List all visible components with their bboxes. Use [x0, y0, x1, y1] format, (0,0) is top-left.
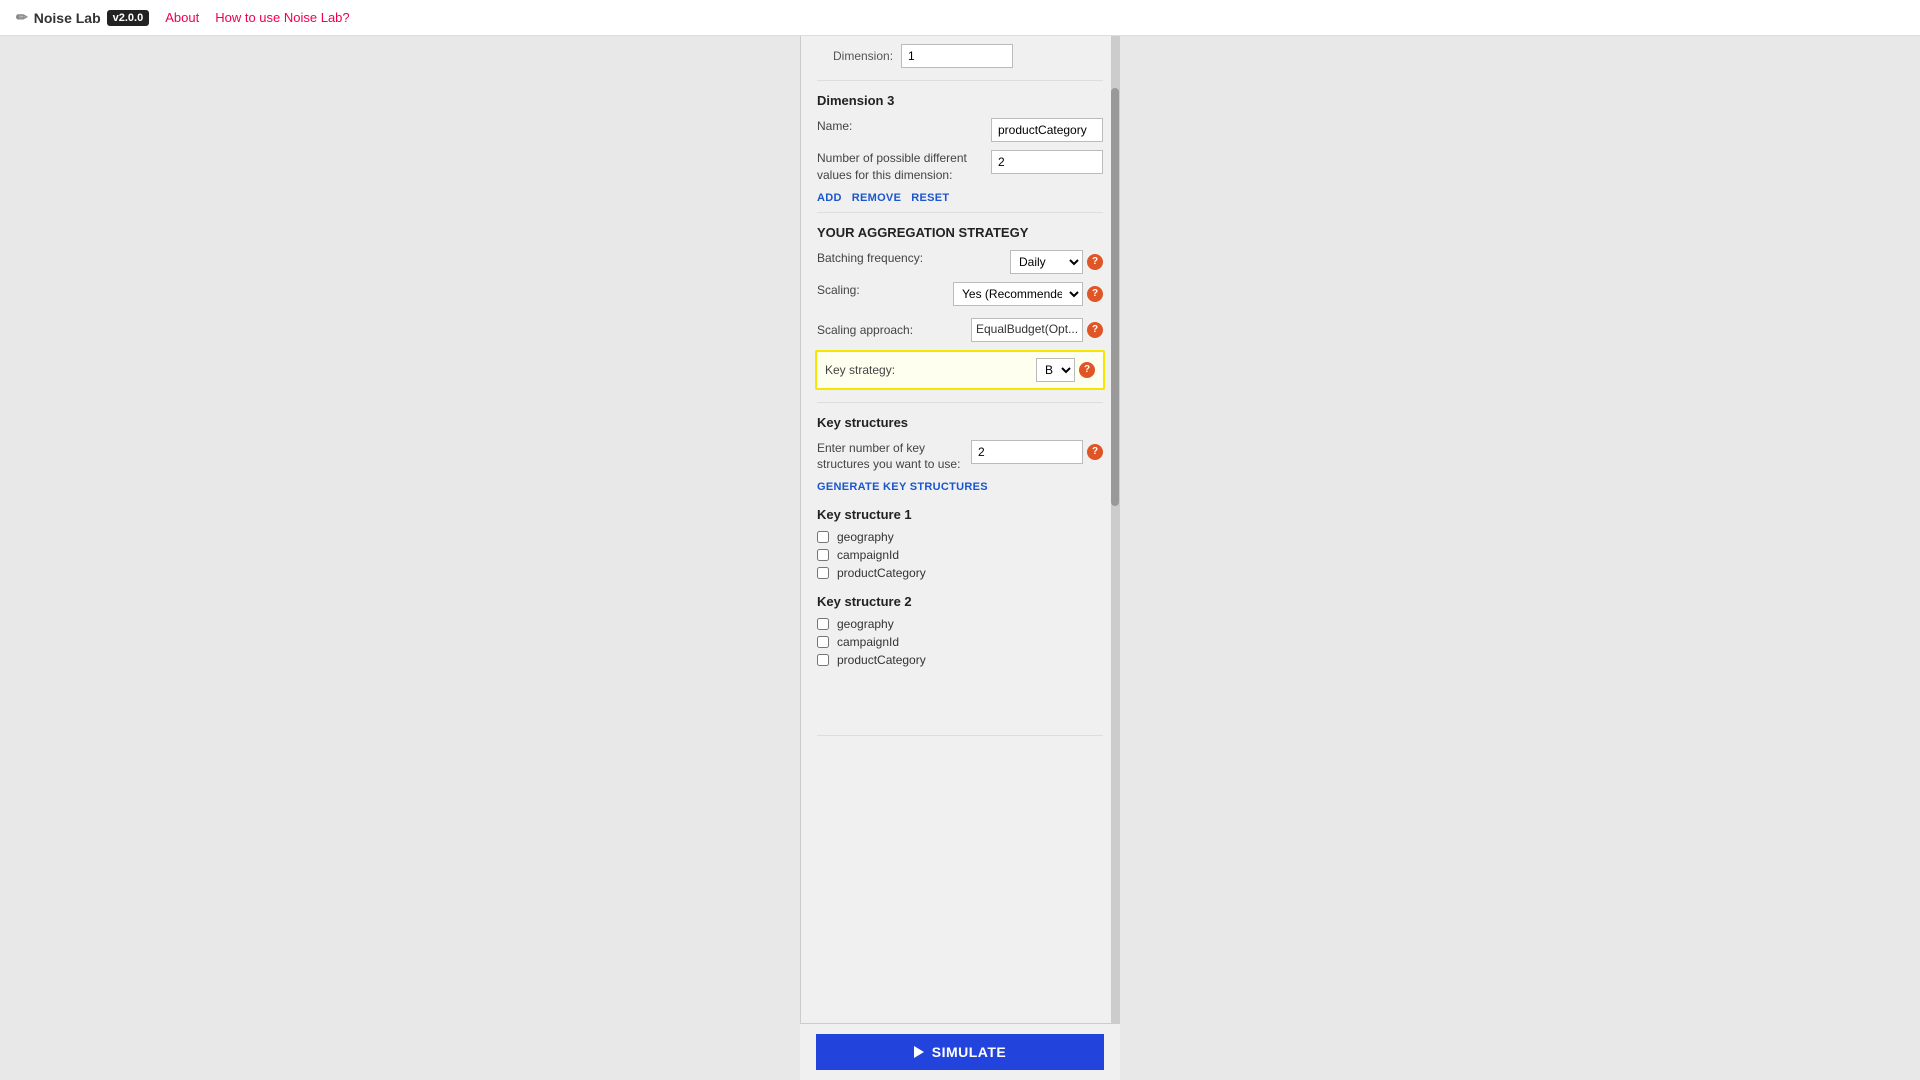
generate-key-structures-link[interactable]: GENERATE KEY STRUCTURES [817, 481, 1103, 493]
ks1-productcategory-label: productCategory [837, 566, 926, 580]
batching-label: Batching frequency: [817, 250, 1002, 267]
key-strategy-help-icon[interactable]: ? [1079, 362, 1095, 378]
ks1-productcategory-checkbox[interactable] [817, 567, 829, 579]
aggregation-section: YOUR AGGREGATION STRATEGY Batching frequ… [817, 213, 1103, 403]
dimension-top-row: Dimension: [833, 44, 1087, 68]
batching-input-area: Daily Weekly Monthly ? [1010, 250, 1103, 274]
simulate-bar: SIMULATE [800, 1023, 1120, 1080]
dimension3-count-row: Number of possible different values for … [817, 150, 1103, 184]
ks2-productcategory-checkbox[interactable] [817, 654, 829, 666]
reset-link[interactable]: RESET [911, 192, 949, 204]
main-wrapper: Dimension: Dimension 3 Name: Number of [0, 36, 1920, 1080]
key-structure-1-title: Key structure 1 [817, 507, 1103, 522]
dimension3-count-label: Number of possible different values for … [817, 150, 983, 184]
ks2-campaignid-checkbox[interactable] [817, 636, 829, 648]
ks1-geography-label: geography [837, 530, 894, 544]
key-strategy-label: Key strategy: [825, 363, 1028, 377]
dimension3-section: Dimension 3 Name: Number of possible dif… [817, 81, 1103, 213]
ks1-campaignid-label: campaignId [837, 548, 899, 562]
simulate-button[interactable]: SIMULATE [816, 1034, 1104, 1070]
key-structure-2-block: Key structure 2 geography campaignId [817, 594, 1103, 667]
ks1-productcategory-row: productCategory [817, 566, 1103, 580]
scaling-select[interactable]: Yes (Recommended) No [953, 282, 1083, 306]
dimension3-name-row: Name: [817, 118, 1103, 142]
batching-help-icon[interactable]: ? [1087, 254, 1103, 270]
key-structure-2-checkboxes: geography campaignId productCategory [817, 617, 1103, 667]
ks1-geography-checkbox[interactable] [817, 531, 829, 543]
key-structures-count-label: Enter number of key structures you want … [817, 440, 963, 474]
scroll-area[interactable]: Dimension: Dimension 3 Name: Number of [801, 36, 1119, 1020]
ks1-geography-row: geography [817, 530, 1103, 544]
ks2-geography-row: geography [817, 617, 1103, 631]
ks1-campaignid-row: campaignId [817, 548, 1103, 562]
batching-select[interactable]: Daily Weekly Monthly [1010, 250, 1083, 274]
scaling-row: Scaling: Yes (Recommended) No ? [817, 282, 1103, 306]
dimension3-name-label: Name: [817, 118, 983, 135]
simulate-label: SIMULATE [932, 1044, 1007, 1060]
ks1-campaignid-checkbox[interactable] [817, 549, 829, 561]
scaling-input-area: Yes (Recommended) No ? [953, 282, 1103, 306]
key-structures-help-icon[interactable]: ? [1087, 444, 1103, 460]
bottom-spacer [817, 667, 1103, 727]
scaling-approach-value: EqualBudget(Opt... [971, 318, 1083, 342]
howto-link[interactable]: How to use Noise Lab? [215, 10, 349, 25]
scaling-approach-help-icon[interactable]: ? [1087, 322, 1103, 338]
key-strategy-row: Key strategy: A B C ? [815, 350, 1105, 390]
key-structures-count-input[interactable] [971, 440, 1083, 464]
dimension3-links-row: ADD REMOVE RESET [817, 192, 1103, 204]
scaling-label: Scaling: [817, 282, 945, 299]
scaling-approach-row: Scaling approach: EqualBudget(Opt... ? [817, 314, 1103, 346]
scaling-approach-label: Scaling approach: [817, 323, 963, 337]
dimension3-name-input-area [991, 118, 1103, 142]
content-inner: Dimension: Dimension 3 Name: Number of [801, 36, 1119, 756]
about-link[interactable]: About [165, 10, 199, 25]
key-structures-section: Key structures Enter number of key struc… [817, 403, 1103, 737]
dimension-top-partial: Dimension: [817, 36, 1103, 81]
ks2-campaignid-row: campaignId [817, 635, 1103, 649]
app-logo: ✏ Noise Lab v2.0.0 [16, 9, 149, 26]
dimension3-count-input[interactable] [991, 150, 1103, 174]
key-structure-1-block: Key structure 1 geography campaignId [817, 507, 1103, 580]
scaling-help-icon[interactable]: ? [1087, 286, 1103, 302]
dimension-top-label: Dimension: [833, 49, 893, 63]
ks2-productcategory-row: productCategory [817, 653, 1103, 667]
app-name: Noise Lab [34, 10, 101, 26]
pencil-icon: ✏ [16, 9, 28, 26]
center-panel: Dimension: Dimension 3 Name: Number of [800, 36, 1120, 1080]
dimension3-title: Dimension 3 [817, 93, 1103, 108]
play-icon [914, 1046, 924, 1058]
aggregation-title: YOUR AGGREGATION STRATEGY [817, 225, 1103, 240]
key-structures-title: Key structures [817, 415, 1103, 430]
key-strategy-input-area: A B C ? [1036, 358, 1095, 382]
remove-link[interactable]: REMOVE [852, 192, 901, 204]
ks2-campaignid-label: campaignId [837, 635, 899, 649]
key-strategy-container: Key strategy: A B C ? 3. [817, 350, 1103, 390]
batching-row: Batching frequency: Daily Weekly Monthly… [817, 250, 1103, 274]
dimension-top-input[interactable] [901, 44, 1013, 68]
top-navigation: ✏ Noise Lab v2.0.0 About How to use Nois… [0, 0, 1920, 36]
dimension3-count-input-area [991, 150, 1103, 174]
key-structure-1-checkboxes: geography campaignId productCategory [817, 530, 1103, 580]
ks2-productcategory-label: productCategory [837, 653, 926, 667]
key-structures-count-row: Enter number of key structures you want … [817, 440, 1103, 474]
add-link[interactable]: ADD [817, 192, 842, 204]
version-badge: v2.0.0 [107, 10, 150, 26]
ks2-geography-checkbox[interactable] [817, 618, 829, 630]
key-structures-count-area: ? [971, 440, 1103, 464]
ks2-geography-label: geography [837, 617, 894, 631]
dimension3-name-input[interactable] [991, 118, 1103, 142]
key-structure-2-title: Key structure 2 [817, 594, 1103, 609]
key-strategy-select[interactable]: A B C [1036, 358, 1075, 382]
